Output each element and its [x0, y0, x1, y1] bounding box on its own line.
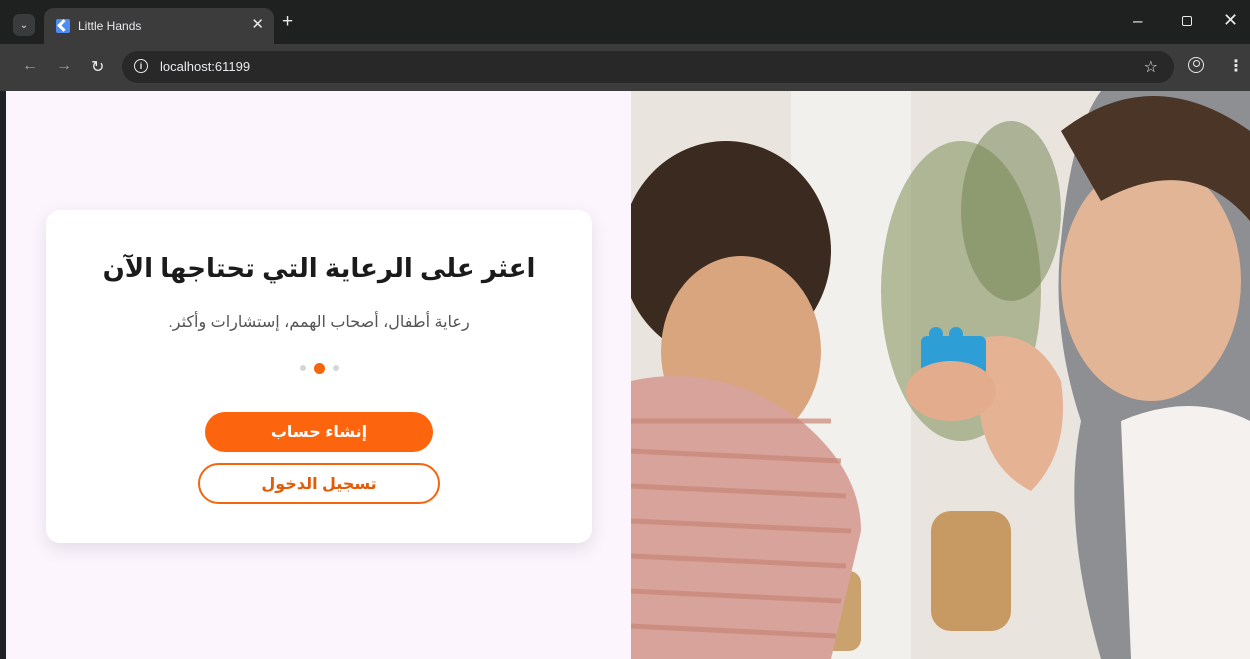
onboarding-pane: اعثر على الرعاية التي تحتاجها الآن رعاية…: [6, 91, 631, 659]
address-bar[interactable]: i localhost:61199 ☆: [122, 51, 1174, 83]
onboarding-subtitle: رعاية أطفال، أصحاب الهمم، إستشارات وأكثر…: [168, 314, 470, 331]
close-tab-icon[interactable]: ✕: [251, 16, 264, 34]
profile-icon[interactable]: [1188, 57, 1204, 73]
new-tab-icon[interactable]: +: [282, 12, 293, 31]
browser-tab[interactable]: Little Hands ✕: [44, 8, 274, 44]
flutter-favicon-icon: [56, 19, 70, 33]
tab-search-icon[interactable]: ⌄: [13, 14, 35, 36]
page-indicator: [46, 362, 592, 374]
browser-toolbar: ← → ↻ i localhost:61199 ☆: [0, 44, 1250, 91]
tab-title: Little Hands: [78, 19, 142, 33]
page-dot[interactable]: [299, 365, 306, 371]
create-account-button[interactable]: إنشاء حساب: [205, 412, 433, 452]
site-info-icon[interactable]: i: [134, 59, 148, 73]
reload-icon[interactable]: ↻: [91, 57, 104, 77]
window-close-icon[interactable]: ✕: [1223, 10, 1238, 31]
browser-menu-icon[interactable]: ⋮: [1228, 56, 1244, 76]
login-button[interactable]: تسجيل الدخول: [198, 463, 440, 504]
mother-child-photo: [631, 91, 1250, 659]
forward-icon[interactable]: →: [56, 57, 72, 75]
hero-photo: [631, 91, 1250, 659]
onboarding-title: اعثر على الرعاية التي تحتاجها الآن: [102, 253, 536, 283]
page-dot[interactable]: [332, 365, 339, 371]
onboarding-card: اعثر على الرعاية التي تحتاجها الآن رعاية…: [46, 210, 592, 543]
browser-tabbar: ⌄ Little Hands ✕ + – ✕: [0, 0, 1250, 44]
back-icon[interactable]: ←: [22, 57, 38, 75]
restore-icon[interactable]: [1182, 16, 1192, 26]
page-dot-active[interactable]: [313, 362, 325, 374]
bookmark-star-icon[interactable]: ☆: [1144, 57, 1158, 77]
url-text[interactable]: localhost:61199: [160, 59, 250, 74]
app-page: اعثر على الرعاية التي تحتاجها الآن رعاية…: [6, 91, 1250, 659]
minimize-icon[interactable]: –: [1133, 11, 1142, 31]
